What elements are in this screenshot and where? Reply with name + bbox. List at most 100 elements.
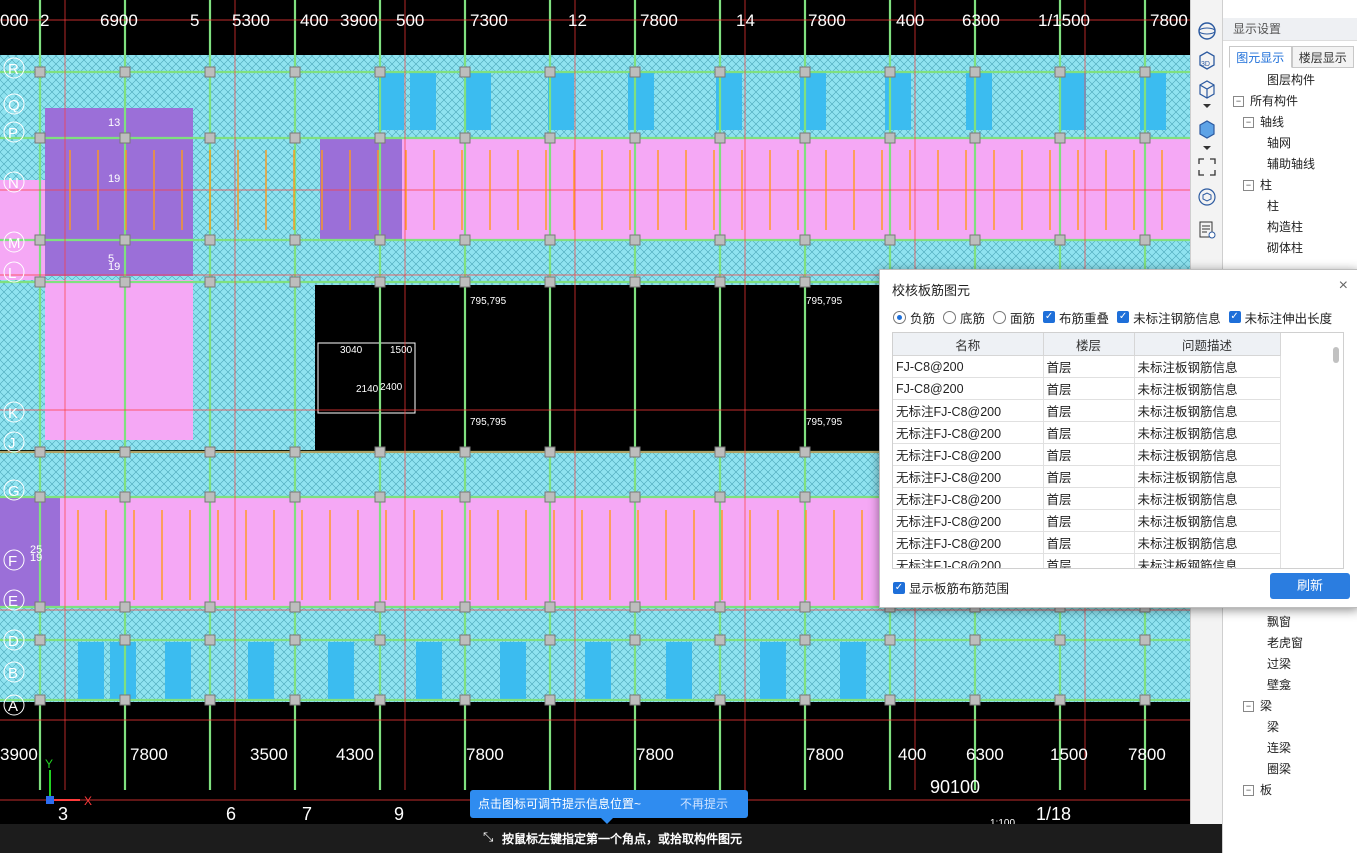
- cell-issue[interactable]: 未标注板钢筋信息: [1134, 355, 1281, 378]
- chevron-down-icon[interactable]: [1194, 101, 1220, 111]
- cell-name[interactable]: FJ-C8@200: [893, 377, 1044, 400]
- table-row[interactable]: FJ-C8@200 首层 未标注板钢筋信息: [893, 377, 1281, 400]
- cell-issue[interactable]: 未标注板钢筋信息: [1134, 377, 1281, 400]
- table-row[interactable]: 无标注FJ-C8@200 首层 未标注板钢筋信息: [893, 399, 1281, 422]
- table-row[interactable]: 无标注FJ-C8@200 首层 未标注板钢筋信息: [893, 531, 1281, 554]
- radio-bottom-rebar[interactable]: 底筋: [943, 308, 985, 327]
- collapse-toggle-icon[interactable]: −: [1243, 785, 1254, 797]
- tree-node[interactable]: 柱: [1267, 196, 1279, 216]
- sphere-icon[interactable]: [1194, 18, 1220, 44]
- tree-node[interactable]: − 轴线: [1243, 112, 1284, 132]
- table-row[interactable]: 无标注FJ-C8@200 首层 未标注板钢筋信息: [893, 487, 1281, 510]
- radio-negative-rebar[interactable]: 负筋: [893, 308, 935, 327]
- checkbox[interactable]: ✓: [1228, 311, 1241, 323]
- table-row[interactable]: FJ-C8@200 首层 未标注板钢筋信息: [893, 355, 1281, 378]
- check-unmarked-length[interactable]: ✓ 未标注伸出长度: [1228, 308, 1332, 327]
- tree-node[interactable]: 轴网: [1267, 133, 1291, 153]
- column: [34, 132, 46, 144]
- collapse-toggle-icon[interactable]: −: [1243, 701, 1254, 713]
- tree-node[interactable]: 壁龛: [1267, 675, 1291, 695]
- tree-node[interactable]: − 梁: [1243, 696, 1272, 716]
- 3d-cube-icon[interactable]: 3D: [1194, 48, 1220, 74]
- cell-floor[interactable]: 首层: [1043, 531, 1135, 554]
- cell-issue[interactable]: 未标注板钢筋信息: [1134, 531, 1281, 554]
- tree-node[interactable]: 飘窗: [1267, 612, 1291, 632]
- cursor-icon: ⤡: [483, 829, 494, 844]
- tab-element-display[interactable]: 图元显示: [1229, 46, 1292, 68]
- table-row[interactable]: 无标注FJ-C8@200 首层 未标注板钢筋信息: [893, 443, 1281, 466]
- close-icon[interactable]: ×: [1339, 277, 1348, 295]
- tree-node[interactable]: 老虎窗: [1267, 633, 1303, 653]
- column-floor[interactable]: 楼层: [1043, 333, 1135, 356]
- cell-issue[interactable]: 未标注板钢筋信息: [1134, 487, 1281, 510]
- table-scrollbar[interactable]: [1333, 347, 1339, 363]
- cell-name[interactable]: 无标注FJ-C8@200: [893, 509, 1044, 532]
- cell-issue[interactable]: 未标注板钢筋信息: [1134, 443, 1281, 466]
- check-overlap[interactable]: ✓ 布筋重叠: [1043, 308, 1109, 327]
- cell-floor[interactable]: 首层: [1043, 421, 1135, 444]
- radio-dot[interactable]: [943, 310, 957, 324]
- collapse-toggle-icon[interactable]: −: [1243, 117, 1254, 129]
- table-row[interactable]: 无标注FJ-C8@200 首层 未标注板钢筋信息: [893, 553, 1281, 568]
- tree-node[interactable]: 辅助轴线: [1267, 154, 1315, 174]
- layer-settings-icon[interactable]: [1194, 217, 1220, 243]
- check-unmarked-info[interactable]: ✓ 未标注钢筋信息: [1117, 308, 1221, 327]
- tree-node[interactable]: 构造柱: [1267, 217, 1303, 237]
- tree-node[interactable]: − 板: [1243, 780, 1272, 800]
- table-row[interactable]: 无标注FJ-C8@200 首层 未标注板钢筋信息: [893, 465, 1281, 488]
- cell-issue[interactable]: 未标注板钢筋信息: [1134, 465, 1281, 488]
- cell-name[interactable]: 无标注FJ-C8@200: [893, 399, 1044, 422]
- cell-issue[interactable]: 未标注板钢筋信息: [1134, 399, 1281, 422]
- tree-node[interactable]: − 柱: [1243, 175, 1272, 195]
- cell-floor[interactable]: 首层: [1043, 465, 1135, 488]
- cell-issue[interactable]: 未标注板钢筋信息: [1134, 553, 1281, 568]
- cell-issue[interactable]: 未标注板钢筋信息: [1134, 421, 1281, 444]
- refresh-button[interactable]: 刷新: [1270, 573, 1350, 599]
- cell-name[interactable]: 无标注FJ-C8@200: [893, 443, 1044, 466]
- tree-node[interactable]: 图层构件: [1267, 70, 1315, 90]
- radio-top-rebar[interactable]: 面筋: [993, 308, 1035, 327]
- cell-floor[interactable]: 首层: [1043, 399, 1135, 422]
- collapse-toggle-icon[interactable]: −: [1243, 180, 1254, 192]
- column-name[interactable]: 名称: [893, 333, 1044, 356]
- tree-node[interactable]: − 所有构件: [1233, 91, 1298, 111]
- cell-floor[interactable]: 首层: [1043, 377, 1135, 400]
- tab-floor-display[interactable]: 楼层显示: [1291, 46, 1354, 68]
- dismiss-tip-link[interactable]: 不再提示: [680, 790, 728, 818]
- view-cube-icon[interactable]: [1194, 184, 1220, 210]
- cell-floor[interactable]: 首层: [1043, 553, 1135, 568]
- cell-issue[interactable]: 未标注板钢筋信息: [1134, 509, 1281, 532]
- table-row[interactable]: 无标注FJ-C8@200 首层 未标注板钢筋信息: [893, 509, 1281, 532]
- top-axis-label: 14: [736, 11, 755, 30]
- cell-name[interactable]: 无标注FJ-C8@200: [893, 531, 1044, 554]
- radio-dot[interactable]: [893, 310, 906, 324]
- tree-node[interactable]: 圈梁: [1267, 759, 1291, 779]
- cube-outline-icon[interactable]: [1194, 76, 1220, 102]
- cell-name[interactable]: 无标注FJ-C8@200: [893, 421, 1044, 444]
- tree-node[interactable]: 梁: [1267, 717, 1279, 737]
- show-range-toggle[interactable]: ✓ 显示板筋布筋范围: [893, 578, 1009, 597]
- cell-name[interactable]: 无标注FJ-C8@200: [893, 553, 1044, 568]
- tree-node[interactable]: 连梁: [1267, 738, 1291, 758]
- tree-node[interactable]: 过梁: [1267, 654, 1291, 674]
- cell-name[interactable]: FJ-C8@200: [893, 355, 1044, 378]
- checkbox[interactable]: ✓: [1117, 311, 1130, 323]
- checkbox[interactable]: ✓: [1043, 311, 1056, 323]
- cube-solid-icon[interactable]: [1194, 116, 1220, 142]
- cell-floor[interactable]: 首层: [1043, 509, 1135, 532]
- cell-name[interactable]: 无标注FJ-C8@200: [893, 487, 1044, 510]
- fullscreen-icon[interactable]: [1194, 154, 1220, 180]
- checkbox[interactable]: ✓: [893, 581, 905, 594]
- radio-dot[interactable]: [993, 310, 1007, 324]
- cell-floor[interactable]: 首层: [1043, 443, 1135, 466]
- table-row[interactable]: 无标注FJ-C8@200 首层 未标注板钢筋信息: [893, 421, 1281, 444]
- cell-floor[interactable]: 首层: [1043, 355, 1135, 378]
- collapse-toggle-icon[interactable]: −: [1233, 96, 1244, 108]
- window-lower-4: [328, 642, 354, 700]
- column: [969, 132, 981, 144]
- cell-name[interactable]: 无标注FJ-C8@200: [893, 465, 1044, 488]
- chevron-down-icon[interactable]: [1194, 143, 1220, 153]
- tree-node[interactable]: 砌体柱: [1267, 238, 1303, 258]
- cell-floor[interactable]: 首层: [1043, 487, 1135, 510]
- column-issue[interactable]: 问题描述: [1134, 333, 1281, 356]
